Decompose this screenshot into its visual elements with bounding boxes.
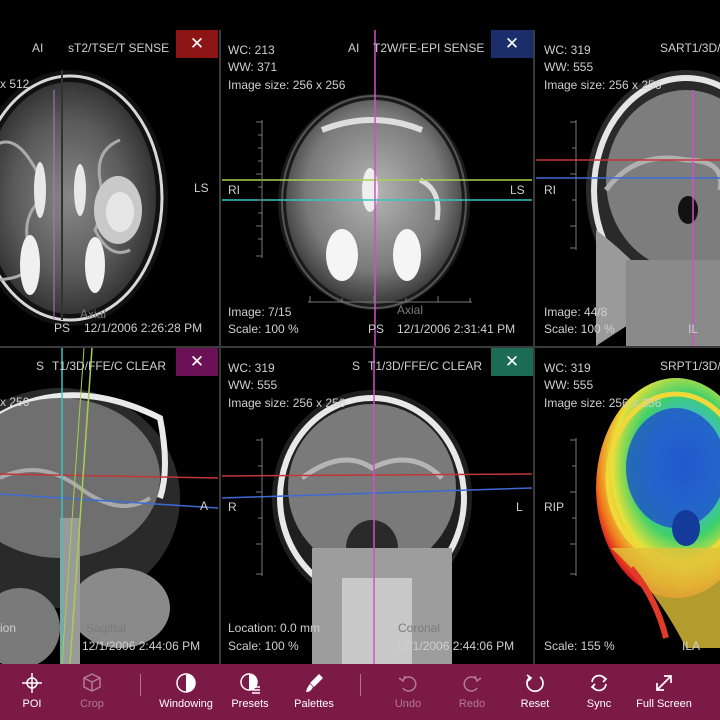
viewport-5-timestamp: 12/1/2006 2:44:06 PM: [396, 639, 515, 653]
toolbar-separator: [140, 674, 141, 696]
reset-icon: [526, 674, 544, 693]
viewport-3-series: SART1/3D/: [660, 41, 720, 55]
viewport-1-orient-prefix: AI: [32, 41, 44, 55]
poi-label: POI: [22, 698, 42, 710]
palettes-label: Palettes: [294, 698, 334, 710]
viewport-5-location: Location: 0.0 mm: [228, 621, 321, 635]
viewport-2-right-label: LS: [510, 183, 525, 197]
windowing-button[interactable]: Windowing: [154, 670, 218, 718]
sync-icon: [590, 674, 608, 692]
fullscreen-icon: [656, 675, 672, 691]
sync-button[interactable]: Sync: [567, 670, 631, 718]
viewport-3-image-index: Image: 44/8: [544, 305, 608, 319]
viewport-3-ww: WW: 555: [544, 60, 594, 74]
viewport-4-series: T1/3D/FFE/C CLEAR: [52, 359, 167, 373]
reset-button[interactable]: Reset: [503, 670, 567, 718]
viewport-5-ww: WW: 555: [228, 378, 278, 392]
viewport-6-scale: Scale: 155 %: [544, 639, 615, 653]
presets-icon: [240, 673, 260, 694]
viewport-5-wc: WC: 319: [228, 361, 275, 375]
undo-button[interactable]: Undo: [376, 670, 440, 718]
viewport-5-scale: Scale: 100 %: [228, 639, 299, 653]
viewport-2-orient-prefix: AI: [348, 41, 360, 55]
viewport-2-bottom-orient: PS: [368, 322, 385, 336]
sync-label: Sync: [586, 698, 612, 710]
sagittal-image: [0, 348, 218, 664]
palettes-button[interactable]: Palettes: [282, 670, 346, 718]
viewport-2-image-size: Image size: 256 x 256: [228, 78, 346, 92]
viewport-2-timestamp: 12/1/2006 2:31:41 PM: [397, 322, 516, 336]
redo-button[interactable]: Redo: [440, 670, 504, 718]
viewport-2-ww: WW: 371: [228, 60, 278, 74]
viewport-1-right-label: LS: [194, 181, 209, 195]
viewport-4-size-fragment: x 256: [0, 395, 30, 409]
viewport-6-image-size: Image size: 256 x 256: [544, 396, 662, 410]
viewport-2-scale: Scale: 100 %: [228, 322, 299, 336]
viewport-3-bottom-orient: IL: [688, 322, 699, 336]
viewport-3-left-label: RI: [544, 183, 556, 197]
contrast-icon: [176, 673, 196, 693]
fullscreen-label: Full Screen: [636, 698, 692, 710]
viewport-5-close-button[interactable]: ✕: [491, 348, 533, 376]
viewport-5-left-label: R: [228, 500, 237, 514]
viewport-4-timestamp: 12/1/2006 2:44:06 PM: [82, 639, 201, 653]
viewport-5-series: T1/3D/FFE/C CLEAR: [368, 359, 483, 373]
viewport-5-view: Coronal: [398, 621, 441, 635]
viewport-sagittal[interactable]: [0, 348, 218, 664]
viewport-2-image-index: Image: 7/15: [228, 305, 292, 319]
viewport-5-image-size: Image size: 256 x 256: [228, 396, 346, 410]
viewport-2-wc: WC: 213: [228, 43, 275, 57]
viewport-6-ww: WW: 555: [544, 378, 594, 392]
viewport-4-bottom-left: ion: [0, 621, 17, 635]
crosshair-icon: [22, 673, 42, 693]
viewport-6-bottom-orient: ILA: [682, 639, 701, 653]
poi-button[interactable]: POI: [0, 670, 64, 718]
crop-label: Crop: [80, 698, 104, 710]
viewport-5-right-label: L: [516, 500, 523, 514]
windowing-label: Windowing: [159, 698, 213, 710]
crop-button[interactable]: Crop: [60, 670, 124, 718]
viewport-1-bottom-orient: PS: [54, 321, 71, 335]
viewport-4-right-label: A: [200, 499, 209, 513]
viewport-1-series: sT2/TSE/T SENSE: [68, 41, 170, 55]
presets-label: Presets: [231, 698, 269, 710]
viewport-2-left-label: RI: [228, 183, 240, 197]
palette-brush-icon: [306, 674, 323, 692]
redo-icon: [463, 675, 482, 692]
viewport-4-view: Sagittal: [86, 621, 127, 635]
bottom-toolbar: POI Crop Windowing Presets Palettes Undo…: [0, 664, 720, 720]
viewport-2-view: Axial: [397, 303, 424, 317]
viewport-2-close-button[interactable]: ✕: [491, 30, 533, 58]
viewport-3-image-size: Image size: 256 x 256: [544, 78, 662, 92]
toolbar-separator: [360, 674, 361, 696]
viewport-6-series: SRPT1/3D/: [660, 359, 720, 373]
viewport-3-scale: Scale: 100 %: [544, 322, 615, 336]
undo-icon: [398, 675, 417, 692]
viewer-grid: AI sT2/TSE/T SENSE ✕ x 512 LS Axial PS 1…: [0, 0, 720, 664]
redo-label: Redo: [458, 698, 486, 710]
reset-label: Reset: [520, 698, 550, 710]
crop-cube-icon: [83, 673, 101, 692]
viewport-1-size-fragment: x 512: [0, 77, 30, 91]
viewport-6-left-label: RIP: [544, 500, 565, 514]
undo-label: Undo: [394, 698, 422, 710]
viewport-4-close-button[interactable]: ✕: [176, 348, 218, 376]
grid-divider: [0, 346, 720, 348]
viewport-3-wc: WC: 319: [544, 43, 591, 57]
viewport-2-series: T2W/FE-EPI SENSE: [373, 41, 485, 55]
viewport-1-close-button[interactable]: ✕: [176, 30, 218, 58]
viewport-4-orient-prefix: S: [36, 359, 45, 373]
axial-t2-image: [0, 70, 168, 326]
viewport-5-orient-prefix: S: [352, 359, 361, 373]
fullscreen-button[interactable]: Full Screen: [628, 670, 700, 718]
viewport-axial-t2[interactable]: [0, 30, 218, 346]
viewport-1-timestamp: 12/1/2006 2:26:28 PM: [84, 321, 203, 335]
presets-button[interactable]: Presets: [218, 670, 282, 718]
viewport-6-wc: WC: 319: [544, 361, 591, 375]
